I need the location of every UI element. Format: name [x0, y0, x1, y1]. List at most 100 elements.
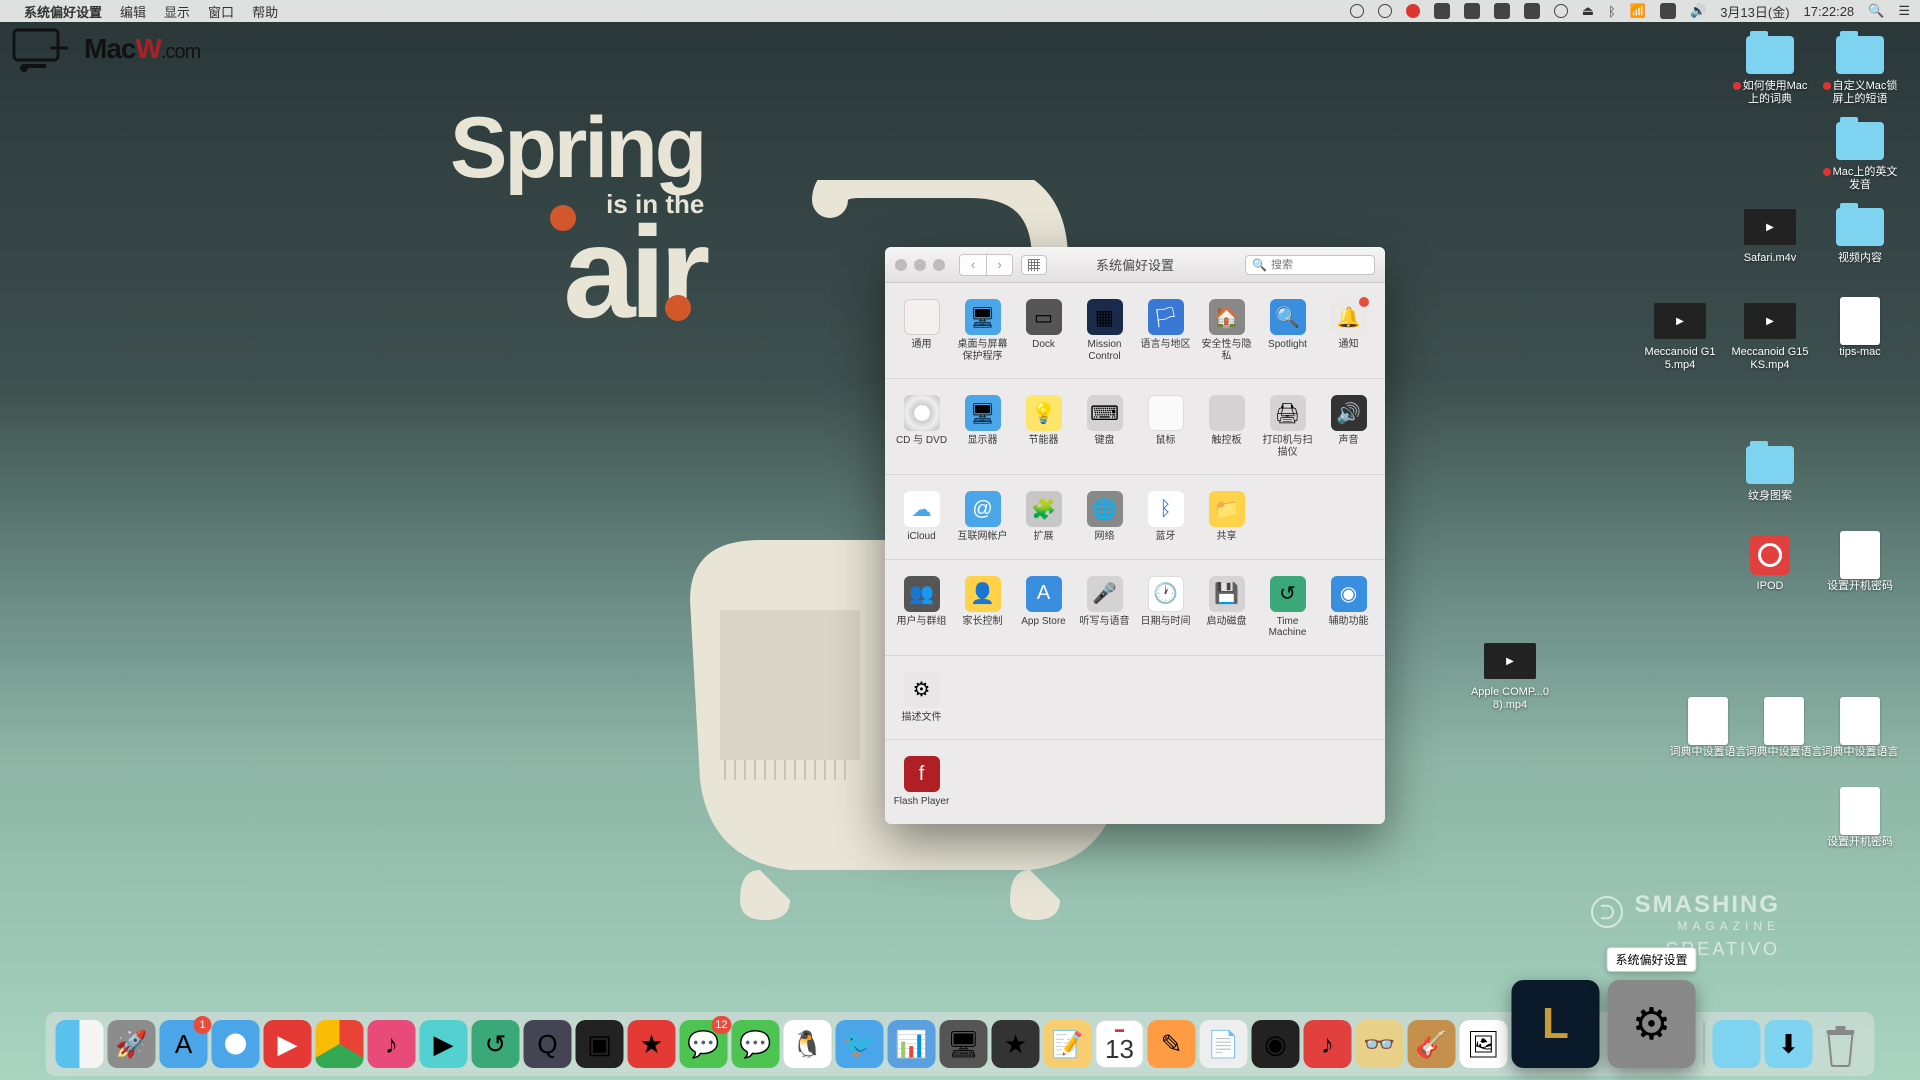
pref-users[interactable]: 👥用户与群组 — [891, 576, 952, 639]
pref-printers[interactable]: 🖨打印机与扫描仪 — [1257, 395, 1318, 458]
menu-view[interactable]: 显示 — [164, 2, 190, 21]
menu-help[interactable]: 帮助 — [252, 2, 278, 21]
pref-network[interactable]: 🌐网络 — [1074, 491, 1135, 543]
dock-launchpad[interactable]: 🚀 — [108, 1020, 156, 1068]
dock-app1[interactable]: ▣ — [576, 1020, 624, 1068]
pref-dock[interactable]: ▭Dock — [1013, 299, 1074, 362]
dock-stickies[interactable]: 📝 — [1044, 1020, 1092, 1068]
dock-qq[interactable]: 🐧 — [784, 1020, 832, 1068]
desktop-icon-file[interactable]: tips-mac — [1820, 300, 1900, 359]
pref-sound[interactable]: 🔊声音 — [1318, 395, 1379, 458]
pref-internet[interactable]: @互联网帐户 — [952, 491, 1013, 543]
pref-keyboard[interactable]: ⌨键盘 — [1074, 395, 1135, 458]
pref-mission[interactable]: ▦Mission Control — [1074, 299, 1135, 362]
volume-icon[interactable]: 🔊 — [1690, 3, 1706, 19]
dock-wechat[interactable]: 💬 — [732, 1020, 780, 1068]
timemachine-icon[interactable] — [1554, 4, 1568, 18]
desktop-icon-file[interactable]: 词典中设置语言 — [1668, 700, 1748, 759]
desktop-icon-folder[interactable]: 视频内容 — [1820, 206, 1900, 265]
dock-messages[interactable]: 💬12 — [680, 1020, 728, 1068]
status-icon[interactable] — [1524, 3, 1540, 19]
dock-pages[interactable]: ✎ — [1148, 1020, 1196, 1068]
desktop-icon-folder[interactable]: 如何使用Mac上的词典 — [1730, 34, 1810, 106]
status-icon[interactable] — [1464, 3, 1480, 19]
dock-star[interactable]: ★ — [628, 1020, 676, 1068]
pref-dictation[interactable]: 🎤听写与语音 — [1074, 576, 1135, 639]
close-button[interactable] — [895, 259, 907, 271]
dock-downloads[interactable]: ⬇ — [1765, 1020, 1813, 1068]
pref-desktop[interactable]: 🖥桌面与屏幕保护程序 — [952, 299, 1013, 362]
pref-sharing[interactable]: 📁共享 — [1196, 491, 1257, 543]
app-menu[interactable]: 系统偏好设置 — [24, 2, 102, 21]
desktop-icon-file[interactable]: 词典中设置语言 — [1744, 700, 1824, 759]
forward-button[interactable]: › — [986, 255, 1012, 275]
dock-shortcut[interactable]: ▶ — [420, 1020, 468, 1068]
battery-icon[interactable] — [1660, 3, 1676, 19]
zoom-button[interactable] — [933, 259, 945, 271]
desktop-icon-vid[interactable]: ▶Meccanoid G15KS.mp4 — [1730, 300, 1810, 372]
pref-general[interactable]: 通用 — [891, 299, 952, 362]
pref-timemachine[interactable]: ↺Time Machine — [1257, 576, 1318, 639]
dock-imovie[interactable]: ★ — [992, 1020, 1040, 1068]
desktop-icon-file[interactable]: 词典中设置语言 — [1820, 700, 1900, 759]
dock-textedit[interactable]: 📄 — [1200, 1020, 1248, 1068]
notification-center-icon[interactable]: ☰ — [1898, 3, 1910, 19]
pref-displays[interactable]: 🖥显示器 — [952, 395, 1013, 458]
pref-datetime[interactable]: 🕐日期与时间 — [1135, 576, 1196, 639]
dock-photos[interactable]: 🖼 — [1460, 1020, 1508, 1068]
pref-trackpad[interactable]: 触控板 — [1196, 395, 1257, 458]
pref-cddvd[interactable]: CD 与 DVD — [891, 395, 952, 458]
pref-flash[interactable]: fFlash Player — [891, 756, 952, 808]
dock-folder[interactable] — [1713, 1020, 1761, 1068]
dock-timemachine[interactable]: ↺ — [472, 1020, 520, 1068]
dock-itunes[interactable]: ♪ — [368, 1020, 416, 1068]
wifi-icon[interactable]: 📶 — [1630, 3, 1646, 19]
trash[interactable] — [1817, 1020, 1865, 1068]
desktop-icon-folder[interactable]: 纹身图案 — [1730, 444, 1810, 503]
back-button[interactable]: ‹ — [960, 255, 986, 275]
desktop-icon-vid[interactable]: ▶Meccanoid G15.mp4 — [1640, 300, 1720, 372]
dock-desktop[interactable]: 🖥 — [940, 1020, 988, 1068]
pref-lang[interactable]: 🏳语言与地区 — [1135, 299, 1196, 362]
menu-window[interactable]: 窗口 — [208, 2, 234, 21]
pref-startup[interactable]: 💾启动磁盘 — [1196, 576, 1257, 639]
dock-twitter[interactable]: 🐦 — [836, 1020, 884, 1068]
pref-energy[interactable]: 💡节能器 — [1013, 395, 1074, 458]
pref-accessibility[interactable]: ◉辅助功能 — [1318, 576, 1379, 639]
spotlight-icon[interactable]: 🔍 — [1868, 3, 1884, 19]
airplay-icon[interactable] — [1494, 3, 1510, 19]
desktop-icon-folder[interactable]: Mac上的英文发音 — [1820, 120, 1900, 192]
dock-sysprefs[interactable]: ⚙系统偏好设置 — [1608, 980, 1696, 1068]
show-all-button[interactable] — [1021, 255, 1047, 275]
dock-keynote[interactable]: 📊 — [888, 1020, 936, 1068]
dock-finder[interactable] — [56, 1020, 104, 1068]
titlebar[interactable]: ‹ › 系统偏好设置 🔍 ✕ — [885, 247, 1385, 283]
pref-bluetooth[interactable]: ᛒ蓝牙 — [1135, 491, 1196, 543]
pref-security[interactable]: 🏠安全性与隐私 — [1196, 299, 1257, 362]
menu-edit[interactable]: 编辑 — [120, 2, 146, 21]
pref-spotlight[interactable]: 🔍Spotlight — [1257, 299, 1318, 362]
dock-youtube[interactable]: ▶ — [264, 1020, 312, 1068]
dock-camera[interactable]: ◉ — [1252, 1020, 1300, 1068]
clock-date[interactable]: 3月13日(金) — [1720, 2, 1789, 21]
pref-profiles[interactable]: ⚙描述文件 — [891, 672, 952, 724]
search-input[interactable] — [1271, 259, 1385, 271]
dock-chrome[interactable] — [316, 1020, 364, 1068]
status-icon[interactable] — [1378, 4, 1392, 18]
desktop-icon-vid[interactable]: ▶Apple COMP...08).mp4 — [1470, 640, 1550, 712]
pref-mouse[interactable]: 鼠标 — [1135, 395, 1196, 458]
dock-garageband[interactable]: 🎸 — [1408, 1020, 1456, 1068]
desktop-icon-file[interactable]: 设置开机密码 — [1820, 534, 1900, 593]
dock-appstore[interactable]: A1 — [160, 1020, 208, 1068]
status-icon[interactable] — [1350, 4, 1364, 18]
minimize-button[interactable] — [914, 259, 926, 271]
pref-appstore[interactable]: AApp Store — [1013, 576, 1074, 639]
pref-icloud[interactable]: ☁iCloud — [891, 491, 952, 543]
dock-calendar[interactable]: ▬13 — [1096, 1020, 1144, 1068]
record-icon[interactable] — [1406, 4, 1420, 18]
dock-mail[interactable]: 👓 — [1356, 1020, 1404, 1068]
dock-quicktime[interactable]: Q — [524, 1020, 572, 1068]
dock-netease[interactable]: ♪ — [1304, 1020, 1352, 1068]
pref-notifications[interactable]: 🔔通知 — [1318, 299, 1379, 362]
eject-icon[interactable]: ⏏ — [1582, 3, 1594, 19]
